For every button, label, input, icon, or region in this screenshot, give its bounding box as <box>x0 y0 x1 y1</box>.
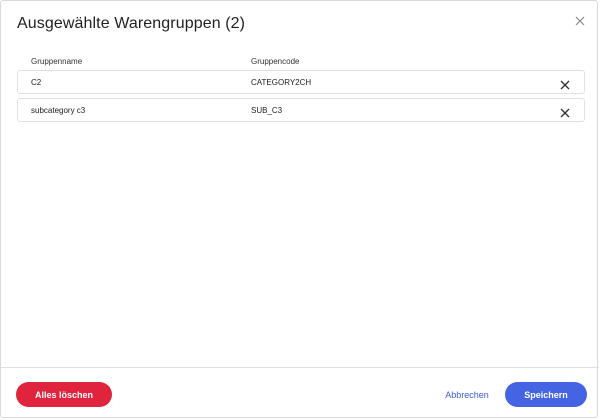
column-header-group-code: Gruppencode <box>251 57 300 66</box>
group-code-cell: SUB_C3 <box>251 106 283 115</box>
close-icon[interactable] <box>573 14 587 28</box>
table-row: C2 CATEGORY2CH <box>17 70 585 94</box>
selected-product-groups-dialog: Ausgewählte Warengruppen (2) Gruppenname… <box>0 0 599 418</box>
cancel-button[interactable]: Abbrechen <box>437 382 497 407</box>
selected-groups-list: C2 CATEGORY2CH subcategory c3 SUB_C3 <box>17 70 585 126</box>
column-header-group-name: Gruppenname <box>31 57 83 66</box>
table-row: subcategory c3 SUB_C3 <box>17 98 585 122</box>
group-code-cell: CATEGORY2CH <box>251 78 312 87</box>
remove-row-close-icon[interactable] <box>560 77 570 90</box>
remove-row-close-icon[interactable] <box>560 105 570 118</box>
footer-divider <box>1 367 599 368</box>
clear-all-button[interactable]: Alles löschen <box>16 382 112 407</box>
group-name-cell: C2 <box>31 78 42 87</box>
group-name-cell: subcategory c3 <box>31 106 86 115</box>
dialog-title: Ausgewählte Warengruppen (2) <box>17 15 246 32</box>
save-button[interactable]: Speichern <box>505 382 587 407</box>
